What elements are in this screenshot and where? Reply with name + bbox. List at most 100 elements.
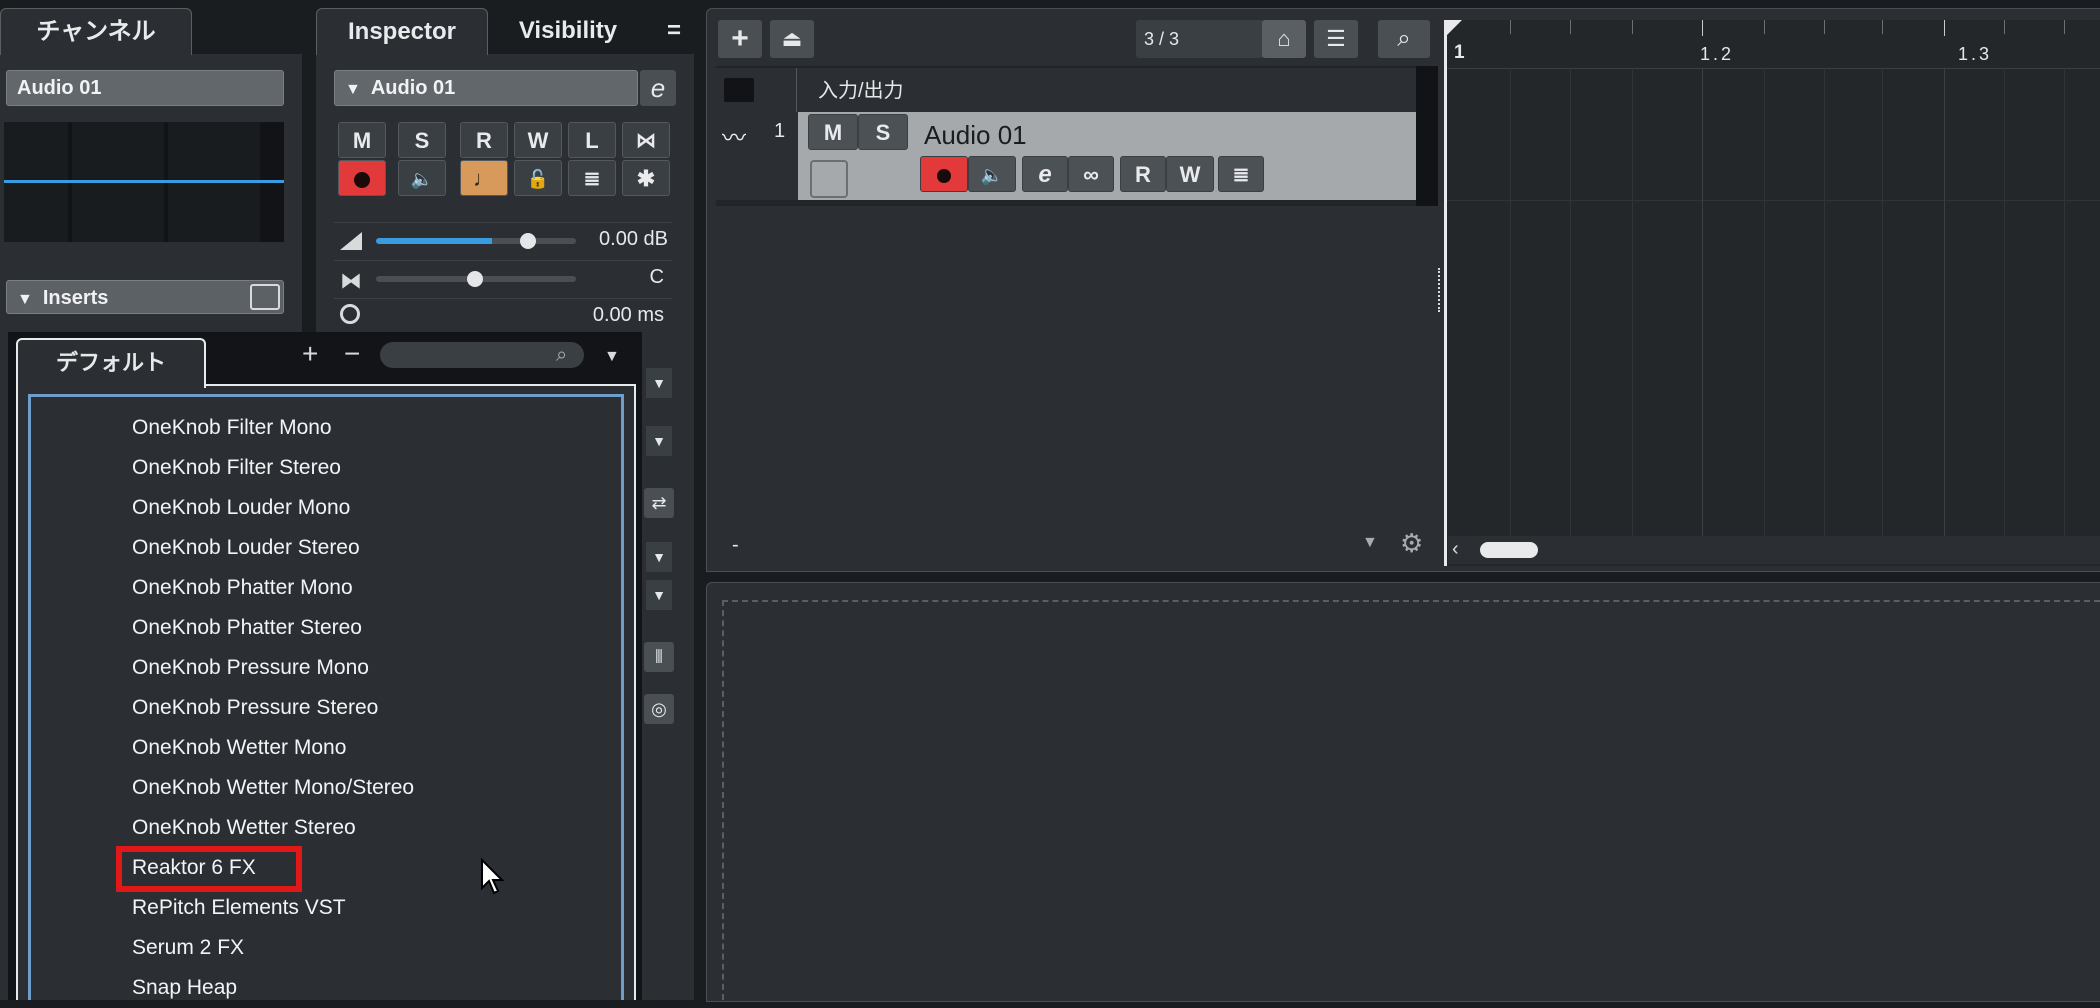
plugin-list-item[interactable]: OneKnob Wetter Mono/Stereo: [132, 768, 414, 808]
freeze-icon[interactable]: ⋈: [622, 122, 670, 158]
track-name[interactable]: Audio 01: [924, 120, 1027, 151]
write-button[interactable]: W: [514, 122, 562, 158]
plugin-list-item-highlighted[interactable]: Reaktor 6 FX: [132, 848, 256, 888]
library-icon[interactable]: ⦀: [644, 642, 674, 672]
lanes-button[interactable]: L: [568, 122, 616, 158]
plugin-list-item[interactable]: RePitch Elements VST: [132, 888, 346, 928]
folder-label: 入力/出力: [818, 80, 904, 102]
plugin-search-input[interactable]: [380, 342, 584, 368]
visibility-agent-icon[interactable]: ⌂: [1262, 20, 1306, 58]
track-edit-icon[interactable]: e: [1022, 156, 1068, 192]
track-link-icon[interactable]: ∞: [1068, 156, 1114, 192]
plugin-list-item[interactable]: OneKnob Phatter Stereo: [132, 608, 362, 648]
inspector-menu-icon[interactable]: =: [656, 8, 692, 54]
ruler-tick: [1764, 20, 1765, 34]
inserts-settings-icon[interactable]: [250, 284, 280, 310]
playhead-marker-icon[interactable]: [1446, 20, 1462, 36]
track-color-swatch[interactable]: [810, 160, 848, 198]
grid-line: [2004, 68, 2005, 544]
track-record-button[interactable]: [920, 156, 968, 192]
track-preset-icon[interactable]: ⏏: [770, 20, 814, 58]
dropdown-arrow-icon[interactable]: ▼: [646, 542, 672, 572]
track-number: 1: [774, 120, 786, 142]
ruler-tick: [1882, 20, 1883, 34]
inserts-label: Inserts: [42, 287, 109, 309]
volume-slider-knob[interactable]: [520, 233, 536, 249]
asterisk-icon[interactable]: ✱: [622, 160, 670, 196]
tab-default[interactable]: デフォルト: [16, 338, 206, 388]
tab-channel[interactable]: チャンネル: [0, 8, 192, 55]
horizontal-scrollbar[interactable]: [1448, 536, 2100, 564]
grid-line: [1632, 68, 1633, 544]
ruler-tick: [1702, 20, 1703, 36]
search-icon[interactable]: ⌕: [556, 344, 567, 367]
channel-meter: [4, 122, 284, 242]
plugin-list-item[interactable]: OneKnob Wetter Mono: [132, 728, 346, 768]
footer-dropdown-icon[interactable]: ▼: [1362, 534, 1378, 552]
lower-zone-drop-area[interactable]: [722, 600, 2100, 1000]
dropdown-arrow-icon[interactable]: ▼: [646, 580, 672, 610]
track-counter: 3 / 3: [1136, 20, 1264, 58]
plugin-list-item[interactable]: OneKnob Louder Mono: [132, 488, 350, 528]
pan-value[interactable]: C: [560, 266, 664, 289]
volume-value[interactable]: 0.00 dB: [560, 228, 668, 251]
plugin-list-item[interactable]: Serum 2 FX: [132, 928, 244, 968]
audio-waveform-icon: 〰: [722, 125, 746, 152]
plugin-list-item[interactable]: OneKnob Louder Stereo: [132, 528, 360, 568]
track-write-button[interactable]: W: [1166, 156, 1214, 192]
ruler-tick: [1510, 20, 1511, 34]
track-solo-button[interactable]: S: [858, 114, 908, 150]
collapse-triangle-icon: ▼: [345, 81, 361, 98]
monitor-speaker-icon[interactable]: 🔈: [398, 160, 446, 196]
routing-icon[interactable]: ⇄: [644, 488, 674, 518]
dropdown-arrow-icon[interactable]: ▼: [646, 368, 672, 398]
track-monitor-icon[interactable]: 🔈: [968, 156, 1016, 192]
add-track-icon[interactable]: +: [718, 20, 762, 58]
timeline-left-border: [1444, 20, 1447, 566]
timebase-note-icon[interactable]: ♩: [460, 160, 508, 196]
delay-value[interactable]: 0.00 ms: [520, 304, 664, 327]
plugin-list-item[interactable]: OneKnob Pressure Stereo: [132, 688, 378, 728]
pan-slider-knob[interactable]: [467, 271, 483, 287]
plugin-list-item[interactable]: OneKnob Filter Mono: [132, 408, 332, 448]
dropdown-arrow-icon[interactable]: ▼: [646, 426, 672, 456]
ruler-label: 1.2: [1700, 44, 1735, 64]
ruler-tick: [1632, 20, 1633, 34]
record-enable-button[interactable]: [338, 160, 386, 196]
lock-icon[interactable]: 🔓: [514, 160, 562, 196]
remove-icon[interactable]: −: [344, 338, 360, 370]
add-icon[interactable]: +: [302, 338, 318, 370]
track-list-icon[interactable]: ≣: [1218, 156, 1264, 192]
tuner-icon[interactable]: ◎: [644, 694, 674, 724]
edit-channel-icon[interactable]: e: [640, 70, 676, 106]
search-icon[interactable]: ⌕: [1378, 20, 1430, 58]
plugin-list-item[interactable]: OneKnob Wetter Stereo: [132, 808, 356, 848]
mute-button[interactable]: M: [338, 122, 386, 158]
inspector-track-name[interactable]: ▼ Audio 01: [334, 70, 638, 106]
scroll-left-icon[interactable]: ‹: [1452, 538, 1459, 561]
browser-menu-arrow-icon[interactable]: ▼: [604, 348, 620, 366]
volume-slider[interactable]: [376, 238, 576, 244]
plugin-list-item[interactable]: OneKnob Pressure Mono: [132, 648, 369, 688]
plugin-list-item[interactable]: OneKnob Filter Stereo: [132, 448, 341, 488]
track-list-menu-icon[interactable]: ☰: [1314, 20, 1358, 58]
track-list-scrollbar[interactable]: [1416, 66, 1438, 206]
collapse-triangle-icon: ▼: [17, 291, 33, 308]
plugin-list-item[interactable]: Snap Heap: [132, 968, 237, 1008]
settings-gear-icon[interactable]: ⚙: [1400, 528, 1423, 559]
channel-name-field[interactable]: Audio 01: [6, 70, 284, 106]
meter-level-line: [4, 180, 284, 183]
folder-icon: [724, 78, 754, 102]
read-button[interactable]: R: [460, 122, 508, 158]
plugin-list-item[interactable]: OneKnob Phatter Mono: [132, 568, 353, 608]
tab-inspector[interactable]: Inspector: [316, 8, 488, 55]
scrollbar-thumb[interactable]: [1480, 542, 1538, 558]
list-icon[interactable]: ≣: [568, 160, 616, 196]
divider: [334, 260, 672, 261]
tab-visibility[interactable]: Visibility: [496, 8, 640, 54]
track-mute-button[interactable]: M: [808, 114, 858, 150]
grid-line: [1702, 68, 1703, 544]
solo-button[interactable]: S: [398, 122, 446, 158]
track-read-button[interactable]: R: [1120, 156, 1166, 192]
inserts-header[interactable]: ▼ Inserts: [6, 280, 284, 314]
